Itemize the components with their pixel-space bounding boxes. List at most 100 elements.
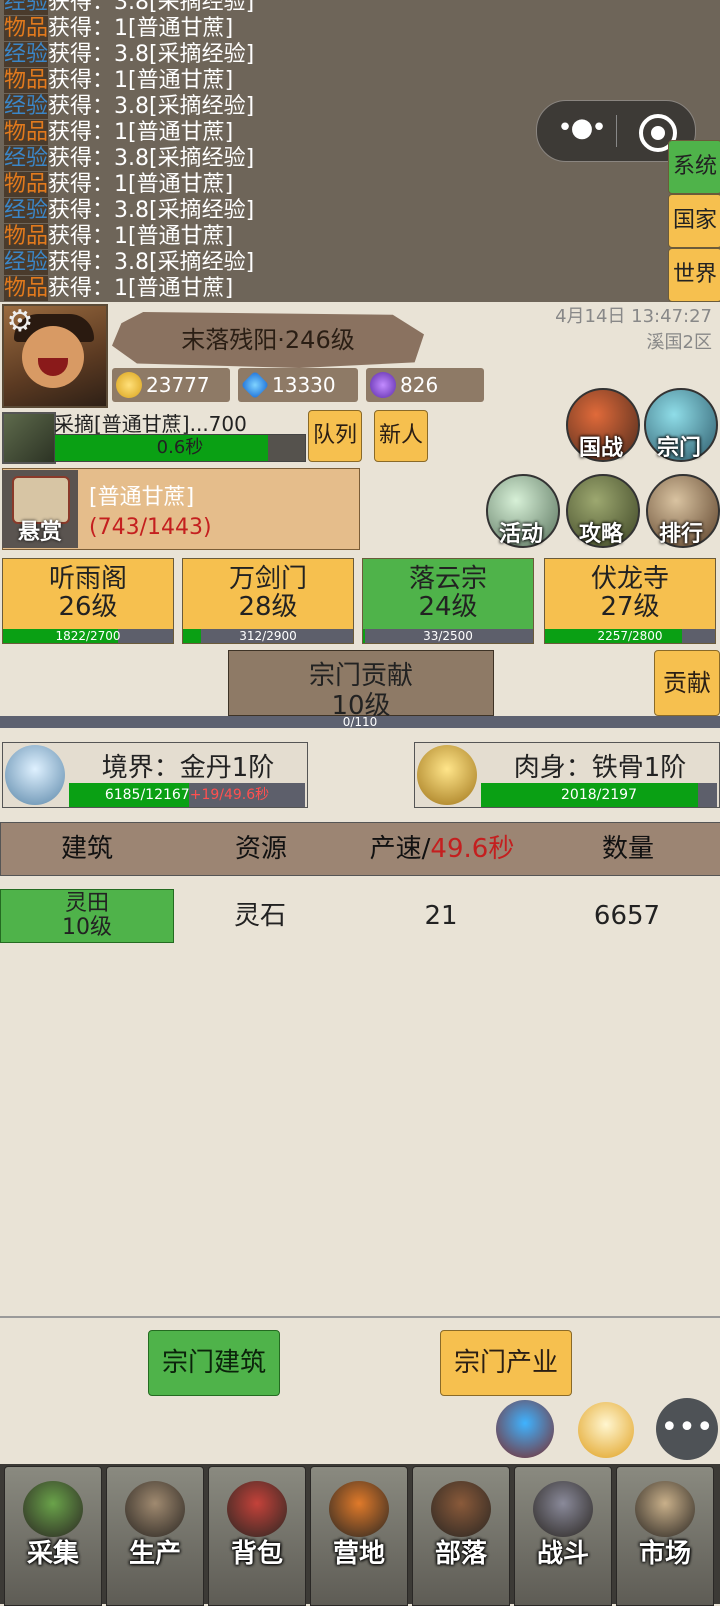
newbie-button[interactable]: 新人 (374, 410, 428, 462)
diamond-shop-icon[interactable] (496, 1400, 554, 1458)
queue-button[interactable]: 队列 (308, 410, 362, 462)
sect-contribution-panel: 宗门贡献 10级 (228, 650, 494, 721)
row-speed: 21 (424, 901, 458, 931)
tab-world[interactable]: 世界 (668, 248, 720, 302)
nav-item-label: 营地 (332, 1539, 385, 1569)
nav-item[interactable]: 营地 (310, 1466, 408, 1606)
task-icon (2, 412, 56, 464)
log-text: 获得：3.8[采摘经验] (48, 198, 255, 223)
sect-label: 宗门 (656, 436, 701, 461)
nav-item[interactable]: 战斗 (514, 1466, 612, 1606)
task-label: 采摘[普通甘蔗]...700 (54, 412, 247, 436)
contribute-button[interactable]: 贡献 (654, 650, 720, 716)
sect-industry-button[interactable]: 宗门产业 (440, 1330, 572, 1396)
tab-system[interactable]: 系统 (668, 140, 720, 194)
body-progress-text: 2018/2197 (561, 787, 637, 803)
gold-counter: 23777 (112, 368, 230, 402)
gold-value: 23777 (146, 373, 210, 397)
chat-log-panel[interactable]: 经验获得：3.8[采摘经验] 物品获得：1[普通甘蔗] 经验获得：3.8[采摘经验]… (0, 0, 720, 302)
guide-label: 攻略 (578, 522, 623, 547)
player-name: 末落残阳·246级 (181, 326, 355, 354)
realm-panel[interactable]: 境界：金丹1阶 6185/12167+19/49.6秒 (2, 742, 308, 808)
exp-tag: 经验 (4, 0, 49, 15)
bounty-scroll-icon[interactable]: 悬赏 (2, 470, 78, 548)
sect-name: 万剑门 (228, 564, 307, 594)
sect-buildings-button[interactable]: 宗门建筑 (148, 1330, 280, 1396)
spirit-field-button[interactable]: 灵田 10级 (0, 889, 174, 943)
mail-envelope-icon[interactable] (578, 1402, 634, 1458)
contribution-progress-text: 0/110 (342, 715, 378, 729)
sect-card[interactable]: 万剑门 28级 312/2900 (182, 558, 354, 644)
datetime-text: 4月14日 13:47:27 (555, 306, 712, 327)
body-progress-bar: 2018/2197 (481, 783, 717, 807)
sect-name: 听雨阁 (48, 564, 127, 594)
more-dots-icon[interactable]: •●• (557, 115, 606, 145)
nav-item-icon (227, 1481, 287, 1537)
national-war-label: 国战 (578, 436, 623, 461)
body-golden-statue-icon (417, 745, 477, 805)
log-line: 经验获得：3.8[采摘经验] (4, 198, 254, 224)
nav-item-label: 生产 (128, 1539, 181, 1569)
nav-item-label: 背包 (230, 1539, 283, 1569)
nav-item[interactable]: 生产 (106, 1466, 204, 1606)
ranking-label: 排行 (658, 522, 703, 547)
nav-item[interactable]: 市场 (616, 1466, 714, 1606)
realm-title: 境界：金丹1阶 (101, 753, 275, 783)
activity-label: 活动 (498, 522, 543, 547)
log-line: 物品获得：1[普通甘蔗] (4, 172, 233, 198)
row-amount: 6657 (593, 901, 661, 931)
item-tag: 物品 (4, 172, 49, 197)
sect-card[interactable]: 落云宗 24级 33/2500 (362, 558, 534, 644)
log-text: 获得：1[普通甘蔗] (48, 120, 234, 145)
item-tag: 物品 (4, 68, 49, 93)
log-line: 经验获得：3.8[采摘经验] (4, 146, 254, 172)
log-line: 物品获得：1[普通甘蔗] (4, 276, 233, 302)
player-name-banner: 末落残阳·246级 (112, 312, 424, 368)
nav-item-label: 部落 (434, 1539, 487, 1569)
nav-item[interactable]: 部落 (412, 1466, 510, 1606)
sect-progress-bar: 33/2500 (363, 629, 533, 643)
item-tag: 物品 (4, 224, 49, 249)
task-progress-bar: 0.6秒 (54, 434, 306, 462)
sect-card[interactable]: 听雨阁 26级 1822/2700 (2, 558, 174, 644)
settings-gear-icon[interactable]: ⚙ (4, 306, 36, 338)
sect-progress-bar: 2257/2800 (545, 629, 715, 643)
realm-meditation-icon (5, 745, 65, 805)
sect-progress-text: 1822/2700 (55, 629, 121, 643)
item-tag: 物品 (4, 16, 49, 41)
bounty-item: [普通甘蔗] (89, 485, 195, 510)
nav-item-label: 市场 (638, 1539, 691, 1569)
sect-progress-text: 33/2500 (423, 629, 473, 643)
log-text: 获得：3.8[采摘经验] (48, 250, 255, 275)
tab-country[interactable]: 国家 (668, 194, 720, 248)
item-tag: 物品 (4, 276, 49, 301)
item-tag: 物品 (4, 120, 49, 145)
exp-tag: 经验 (4, 250, 49, 275)
nav-item[interactable]: 采集 (4, 1466, 102, 1606)
log-text: 获得：1[普通甘蔗] (48, 68, 234, 93)
contribution-progress-bar: 0/110 (0, 716, 720, 728)
header-building: 建筑 (60, 834, 113, 864)
sect-name: 落云宗 (408, 564, 487, 594)
section-divider (0, 1316, 720, 1318)
realm-progress-text: 6185/12167+19/49.6秒 (104, 787, 270, 803)
body-panel[interactable]: 肉身：铁骨1阶 2018/2197 (414, 742, 720, 808)
nav-item-icon (533, 1481, 593, 1537)
nav-item-icon (329, 1481, 389, 1537)
sect-progress-text: 2257/2800 (597, 629, 663, 643)
header-resource: 资源 (234, 834, 287, 864)
sect-progress-bar: 312/2900 (183, 629, 353, 643)
nav-item[interactable]: 背包 (208, 1466, 306, 1606)
log-line: 经验获得：3.8[采摘经验] (4, 42, 254, 68)
sect-card[interactable]: 伏龙寺 27级 2257/2800 (544, 558, 716, 644)
body-title: 肉身：铁骨1阶 (513, 753, 687, 783)
chat-bubble-icon[interactable]: ••• (656, 1398, 718, 1460)
log-text: 获得：1[普通甘蔗] (48, 172, 234, 197)
diamond-icon (240, 370, 270, 400)
gold-coin-icon (116, 372, 142, 398)
sect-level: 28级 (238, 592, 298, 622)
sect-level: 26级 (58, 592, 118, 622)
server-text: 溪国2区 (646, 332, 712, 353)
bounty-label: 悬赏 (17, 520, 62, 545)
nav-item-icon (635, 1481, 695, 1537)
